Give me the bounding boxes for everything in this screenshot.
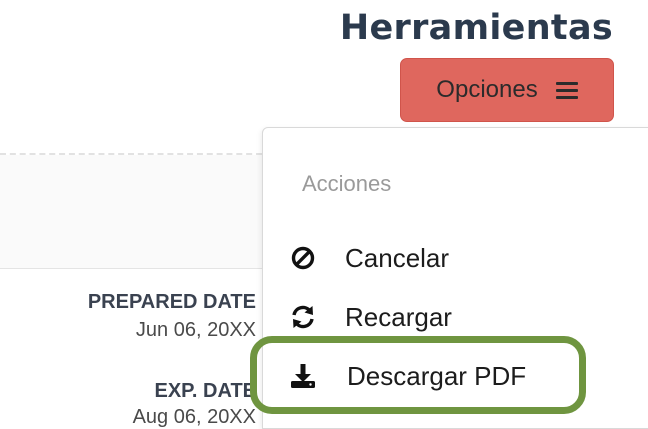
dropdown-header: Acciones (302, 171, 392, 196)
menu-icon (555, 81, 578, 99)
prepared-date-value: Jun 06, 20XX (135, 319, 256, 341)
prepared-date-label: PREPARED DATE (87, 291, 256, 313)
download-icon (289, 362, 317, 390)
exp-date-label: EXP. DATE (154, 380, 256, 402)
menu-item-cancelar[interactable]: Cancelar (262, 234, 648, 282)
menu-item-label: Cancelar (345, 243, 450, 273)
options-button[interactable]: Opciones (400, 58, 614, 122)
options-button-label: Opciones (436, 76, 538, 103)
menu-item-recargar[interactable]: Recargar (262, 293, 648, 341)
menu-item-descargar-pdf[interactable]: Descargar PDF (262, 352, 648, 400)
sync-icon (289, 303, 317, 331)
document-header-panel (0, 155, 262, 269)
menu-item-label: Recargar (345, 302, 452, 332)
exp-date-value: Aug 06, 20XX (132, 406, 256, 428)
page-title: Herramientas (339, 8, 613, 48)
menu-item-label: Descargar PDF (347, 361, 527, 391)
ban-icon (289, 244, 317, 272)
